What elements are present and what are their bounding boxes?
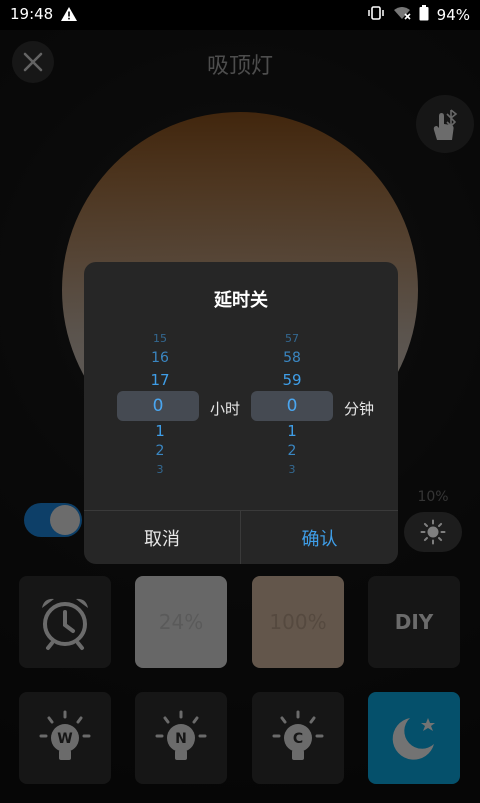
picker-item: 1 [155, 422, 165, 440]
hours-unit: 小时 [210, 400, 241, 418]
battery-icon [419, 5, 429, 25]
status-time: 19:48 [10, 5, 54, 23]
vibrate-icon [367, 6, 385, 24]
picker-item: 57 [285, 332, 299, 345]
confirm-button[interactable]: 确认 [241, 511, 398, 564]
picker-item: 2 [287, 443, 297, 459]
picker-item: 59 [282, 371, 302, 389]
dialog-title: 延时关 [214, 290, 268, 311]
picker-item: 1 [287, 422, 297, 440]
picker-item: 3 [288, 463, 296, 476]
minutes-unit: 分钟 [344, 400, 375, 418]
delay-off-dialog: 延时关 15 16 17 1 2 3 0 小时 57 58 59 1 2 3 0… [84, 262, 398, 564]
wifi-off-icon [393, 6, 411, 24]
picker-item: 15 [153, 332, 167, 345]
warning-icon [60, 6, 78, 26]
minutes-selected[interactable]: 0 [251, 391, 333, 421]
battery-percent: 94% [436, 6, 470, 24]
picker-item: 2 [155, 443, 165, 459]
picker-item: 17 [150, 371, 170, 389]
picker-item: 3 [156, 463, 164, 476]
picker-item: 58 [283, 350, 301, 366]
status-bar: 19:48 94% [0, 0, 480, 30]
hours-selected[interactable]: 0 [117, 391, 199, 421]
cancel-button[interactable]: 取消 [84, 511, 240, 564]
picker-item: 16 [151, 350, 169, 366]
